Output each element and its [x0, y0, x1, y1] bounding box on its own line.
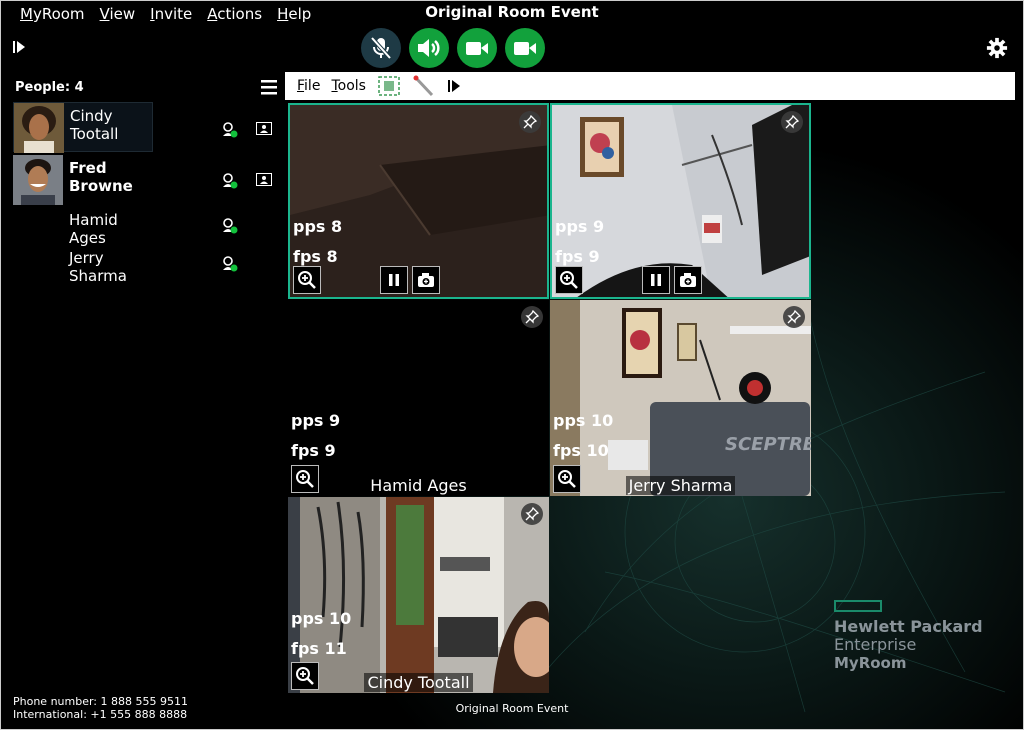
- person-name: Cindy Tootall: [70, 107, 119, 143]
- fps-label: fps 11: [291, 639, 347, 658]
- participant-name: Hamid Ages: [288, 476, 549, 495]
- person-cindy-tootall[interactable]: Cindy Tootall: [13, 102, 153, 153]
- fps-label: fps 9: [555, 247, 600, 266]
- camera-2-button[interactable]: [505, 28, 545, 68]
- menu-bar: MyRoom View Invite Actions Help: [0, 0, 311, 28]
- fps-label: fps 8: [293, 247, 338, 266]
- video-tile[interactable]: pps 10 fps 11 Cindy Tootall: [288, 497, 549, 693]
- brand-logo: Hewlett Packard Enterprise MyRoom: [834, 600, 983, 672]
- person-fred-browne[interactable]: Fred Browne: [13, 155, 153, 205]
- online-status-icon: [223, 218, 238, 234]
- pps-label: pps 9: [291, 411, 341, 430]
- camera-snapshot-icon: [418, 273, 434, 287]
- pps-label: pps 10: [553, 411, 614, 430]
- gear-icon[interactable]: [986, 37, 1008, 59]
- person-jerry-sharma[interactable]: Jerry Sharma: [13, 245, 153, 295]
- video-camera-icon: [466, 42, 488, 55]
- speaker-icon: [418, 39, 440, 57]
- fps-label: fps 10: [553, 441, 609, 460]
- person-name: Fred Browne: [69, 159, 133, 195]
- video-feed: SCEPTRE: [550, 300, 811, 496]
- menu-actions[interactable]: Actions: [207, 5, 262, 23]
- contact-card-icon[interactable]: [256, 122, 272, 135]
- zoom-button[interactable]: [555, 266, 583, 294]
- video-tile[interactable]: pps 9 fps 9: [550, 103, 811, 299]
- pps-label: pps 10: [291, 609, 352, 628]
- avatar: [13, 155, 63, 205]
- tools-toolbar: File Tools: [285, 72, 1015, 100]
- camera-snapshot-icon: [680, 273, 696, 287]
- zoom-button[interactable]: [293, 266, 321, 294]
- pin-icon[interactable]: [781, 111, 803, 133]
- pin-icon[interactable]: [783, 306, 805, 328]
- video-tile[interactable]: pps 9 fps 9 Hamid Ages: [288, 300, 549, 496]
- participant-name: Jerry Sharma: [550, 476, 811, 495]
- laser-pointer-icon[interactable]: [412, 75, 436, 97]
- people-count: People: 4: [15, 80, 84, 95]
- zoom-in-icon: [298, 271, 316, 289]
- pause-button[interactable]: [642, 266, 670, 294]
- online-status-icon: [223, 256, 238, 272]
- person-name: Hamid Ages: [69, 211, 118, 247]
- video-tile[interactable]: SCEPTRE pps 10 fps 10 Jerry Sharma: [550, 300, 811, 496]
- pause-button[interactable]: [380, 266, 408, 294]
- camera-button[interactable]: [457, 28, 497, 68]
- fps-label: fps 9: [291, 441, 336, 460]
- menu-file[interactable]: File: [297, 78, 320, 94]
- pps-label: pps 8: [293, 217, 343, 236]
- pin-icon[interactable]: [521, 503, 543, 525]
- menu-view[interactable]: View: [100, 5, 136, 23]
- avatar: [14, 103, 64, 153]
- snapshot-button[interactable]: [412, 266, 440, 294]
- collapse-toolbar-icon[interactable]: [447, 79, 461, 93]
- pin-icon[interactable]: [521, 306, 543, 328]
- contact-card-icon[interactable]: [256, 173, 272, 186]
- phone-info: Phone number: 1 888 555 9511 Internation…: [13, 695, 188, 721]
- snapshot-button[interactable]: [674, 266, 702, 294]
- menu-myroom[interactable]: MyRoom: [20, 5, 85, 23]
- screen-capture-icon[interactable]: [377, 75, 401, 97]
- menu-invite[interactable]: Invite: [150, 5, 192, 23]
- video-tile[interactable]: pps 8 fps 8: [288, 103, 549, 299]
- person-name: Jerry Sharma: [69, 249, 127, 285]
- hamburger-menu-icon[interactable]: [260, 78, 278, 96]
- pin-icon[interactable]: [519, 111, 541, 133]
- pause-icon: [389, 274, 399, 286]
- menu-help[interactable]: Help: [277, 5, 311, 23]
- mic-muted-icon: [370, 36, 392, 60]
- pause-icon: [651, 274, 661, 286]
- pps-label: pps 9: [555, 217, 605, 236]
- video-feed: [288, 497, 549, 693]
- participant-name: Cindy Tootall: [288, 673, 549, 692]
- call-controls: [361, 28, 545, 68]
- online-status-icon: [223, 173, 238, 189]
- online-status-icon: [223, 122, 238, 138]
- svg-text:SCEPTRE: SCEPTRE: [725, 434, 811, 455]
- zoom-in-icon: [560, 271, 578, 289]
- video-camera-icon: [514, 42, 536, 55]
- menu-tools[interactable]: Tools: [331, 78, 366, 94]
- mic-button[interactable]: [361, 28, 401, 68]
- collapse-sidebar-icon[interactable]: [12, 40, 26, 54]
- speaker-button[interactable]: [409, 28, 449, 68]
- brand-mark: [834, 600, 882, 612]
